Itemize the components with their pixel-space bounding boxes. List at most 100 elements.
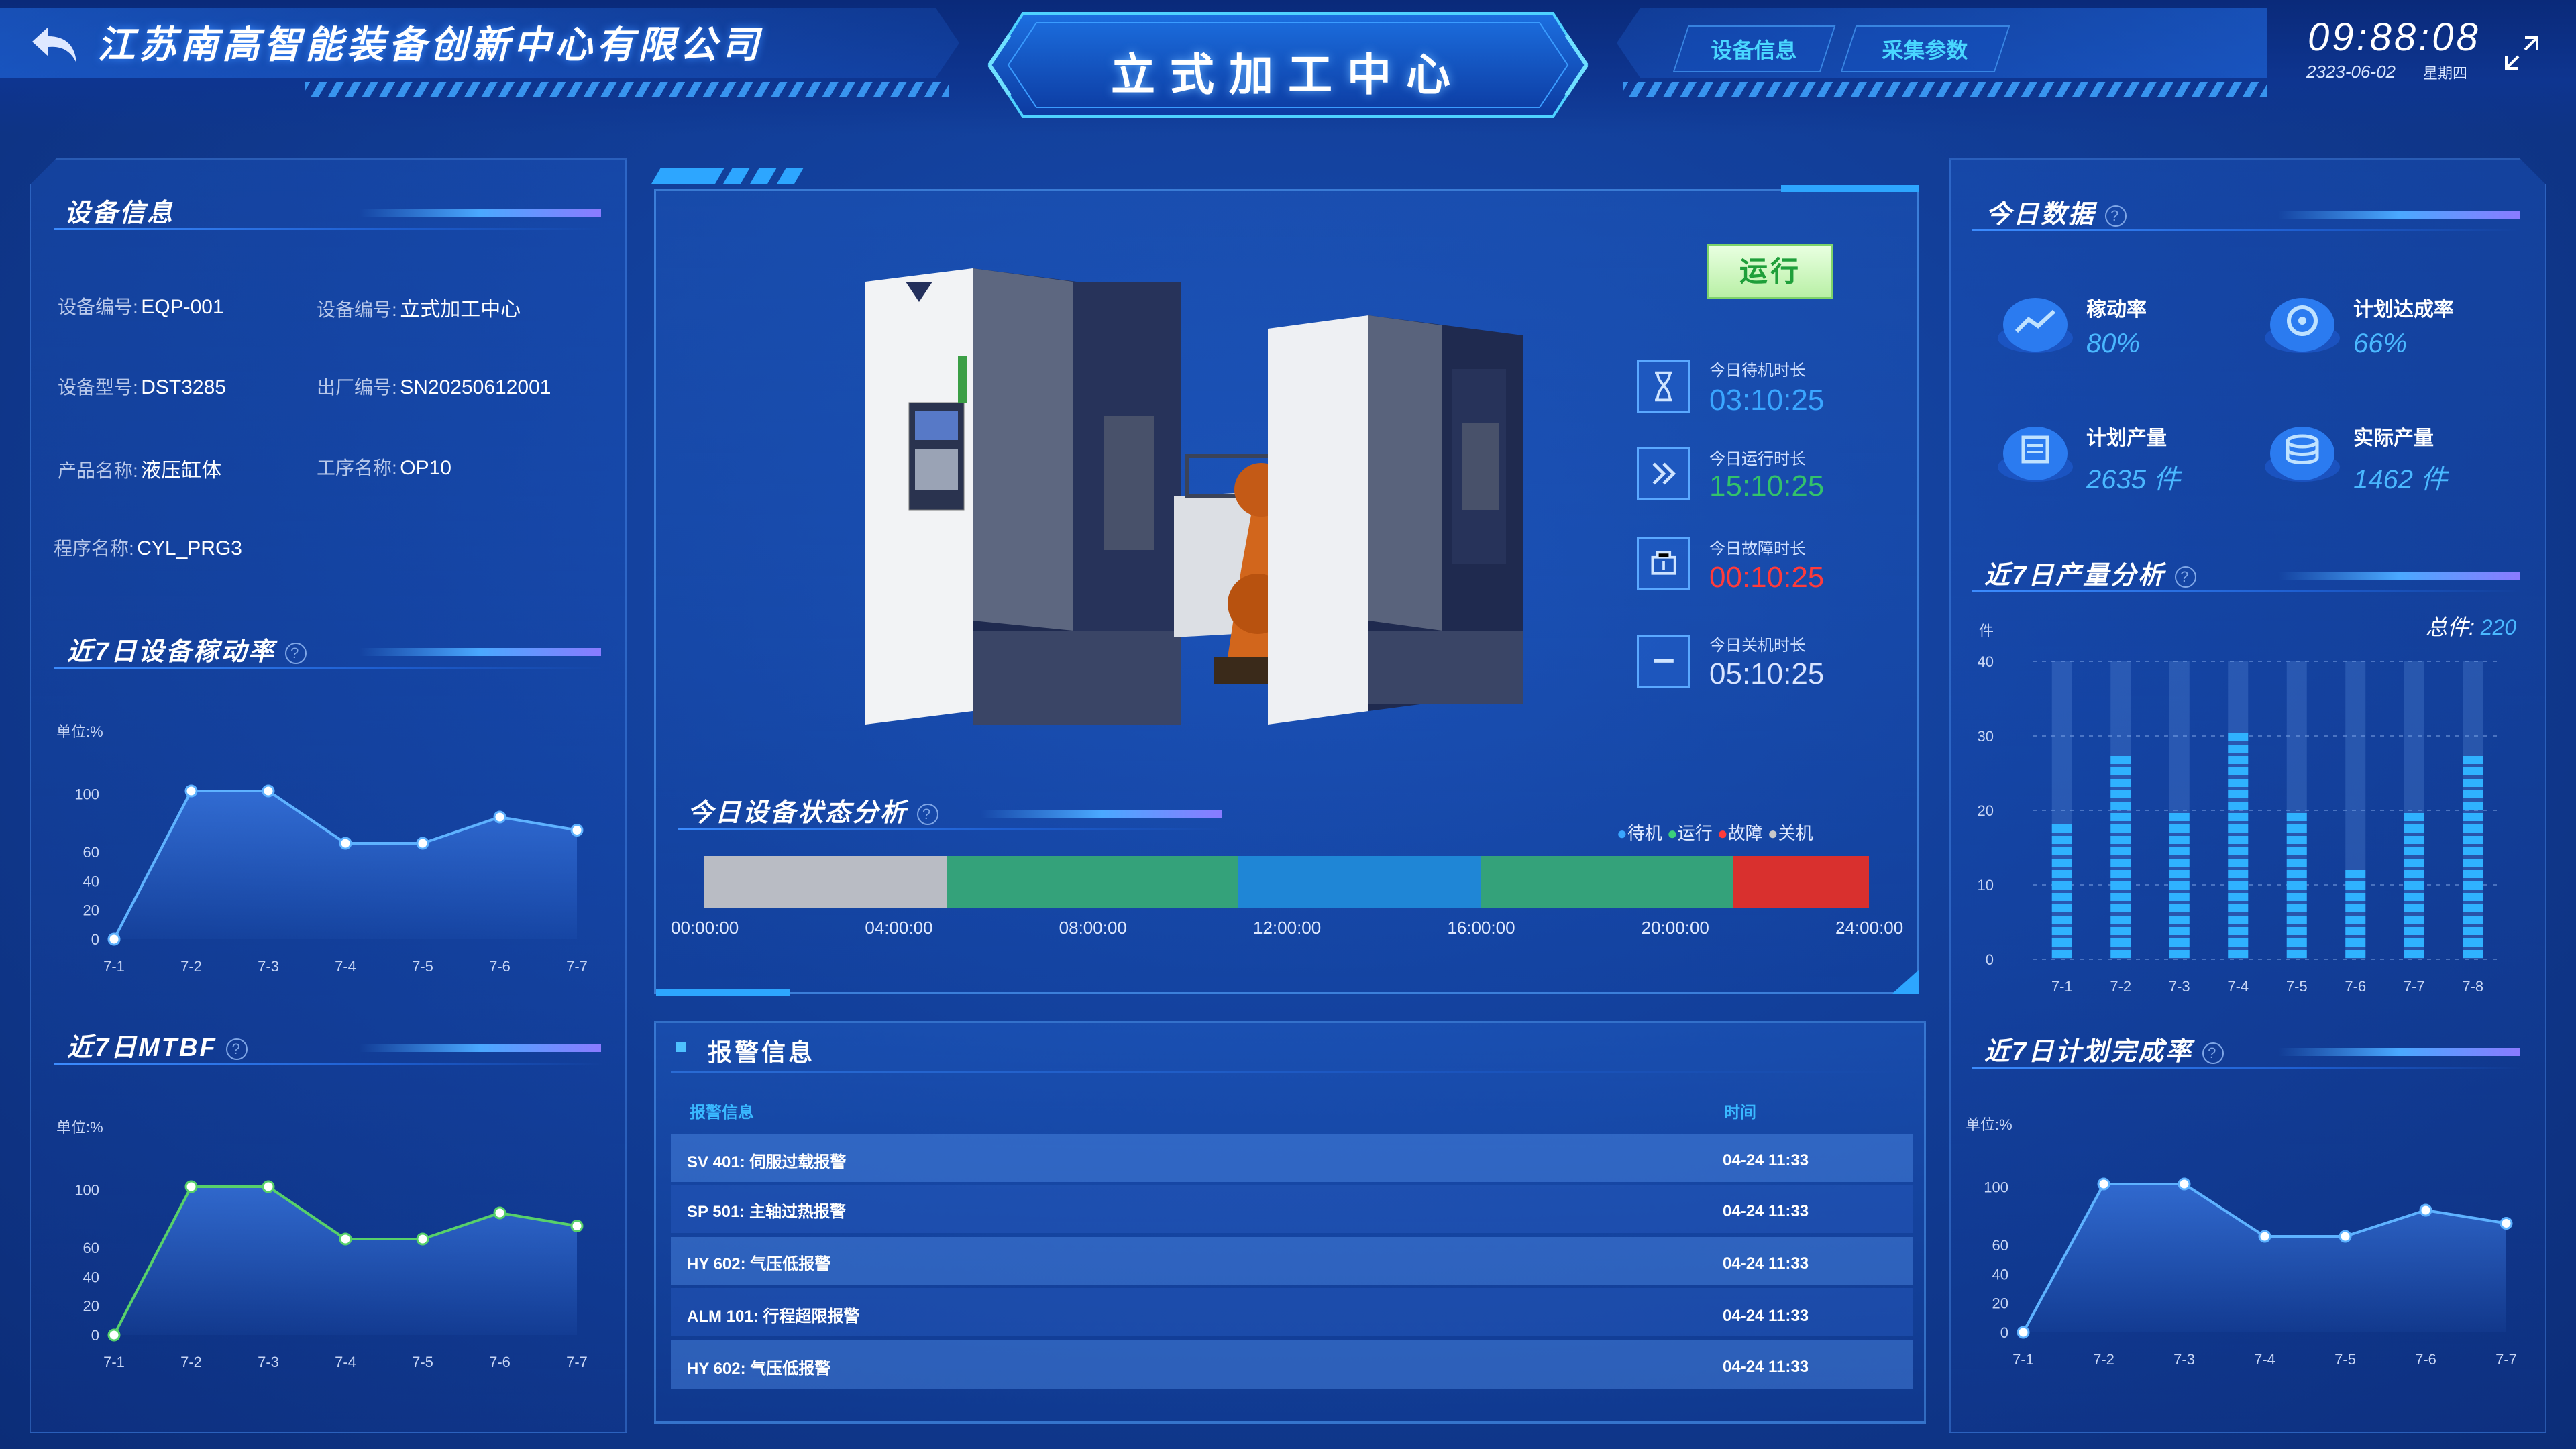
bar-segment <box>2228 938 2249 947</box>
output-chart-title: 近7日产量分析 ? <box>1984 554 2196 591</box>
fullscreen-icon[interactable] <box>2502 34 2541 72</box>
mtbf-chart-title: 近7日MTBF ? <box>67 1026 248 1063</box>
status-segment <box>1481 856 1733 908</box>
bar-segment <box>2169 893 2190 901</box>
bar-segment <box>2345 916 2366 924</box>
section-underline <box>1972 229 2522 231</box>
bar-track <box>2110 661 2131 959</box>
section-underline <box>54 228 604 230</box>
bar-segment <box>2404 938 2424 947</box>
bar-segment <box>2463 802 2483 810</box>
help-icon[interactable]: ? <box>2202 1042 2224 1064</box>
alarm-col-msg: 报警信息 <box>690 1104 754 1122</box>
status-timeline <box>704 856 1869 908</box>
bar-segment <box>2345 938 2366 947</box>
bar-segment <box>2110 813 2131 821</box>
help-icon[interactable]: ? <box>284 642 307 664</box>
bar-segment <box>2051 904 2072 912</box>
legend-label: 关机 <box>1778 823 1813 843</box>
bar-segment <box>2345 904 2366 912</box>
bar-segment <box>2404 950 2424 958</box>
bar-segment <box>2169 916 2190 924</box>
data-point <box>184 1180 198 1193</box>
bar-track <box>2051 661 2072 959</box>
bar-segment <box>2463 870 2483 878</box>
series-area <box>114 791 577 939</box>
stat-label: 今日故障时长 <box>1709 540 1806 558</box>
bar-segment <box>2051 870 2072 878</box>
section-underline <box>671 1071 1912 1073</box>
help-icon[interactable]: ? <box>2104 205 2127 227</box>
legend-label: 待机 <box>1627 823 1662 843</box>
bar-segment <box>2463 836 2483 844</box>
bar-segment <box>2286 904 2307 912</box>
help-icon[interactable]: ? <box>226 1038 248 1060</box>
x-tick-label: 7-3 <box>258 958 279 975</box>
section-decoration <box>360 648 601 656</box>
y-tick-label: 60 <box>1992 1237 2008 1254</box>
bar-segment <box>2286 870 2307 878</box>
data-point <box>2419 1203 2432 1217</box>
bar-segment <box>2228 756 2249 764</box>
data-point <box>262 1180 275 1193</box>
status-segment <box>947 856 1238 908</box>
today-data-title: 今日数据 ? <box>1986 193 2127 230</box>
bar-segment <box>2345 870 2366 878</box>
bar-segment <box>2463 767 2483 775</box>
bar-segment <box>2463 847 2483 855</box>
alarm-col-time: 时间 <box>1724 1104 1756 1122</box>
time-tick-label: 24:00:00 <box>1835 918 1904 938</box>
help-icon[interactable]: ? <box>916 803 938 825</box>
bar-segment <box>2463 813 2483 821</box>
data-point <box>107 932 121 946</box>
bar-segment <box>2286 859 2307 867</box>
bar-segment <box>2286 927 2307 935</box>
x-tick-label: 7-3 <box>258 1354 279 1371</box>
stat-label: 今日运行时长 <box>1709 450 1806 468</box>
alarm-time: 04-24 11:33 <box>1723 1254 1809 1273</box>
alarm-message: SP 501: 主轴过热报警 <box>687 1203 846 1221</box>
y-tick-label: 0 <box>1986 951 1994 968</box>
bar-segment <box>2169 870 2190 878</box>
section-underline <box>678 828 1228 830</box>
bar-segment <box>2110 779 2131 787</box>
legend-label: 运行 <box>1677 823 1713 843</box>
bar-segment <box>2169 881 2190 890</box>
y-tick-label: 40 <box>1992 1266 2008 1283</box>
x-tick-label: 7-6 <box>2415 1351 2436 1368</box>
status-segment <box>1733 856 1869 908</box>
x-tick-label: 7-1 <box>103 958 125 975</box>
x-tick-label: 7-1 <box>2051 978 2073 995</box>
section-decoration <box>2278 211 2520 219</box>
bar-track <box>2228 661 2249 959</box>
section-underline <box>54 1063 604 1065</box>
legend-dot: ● <box>1717 823 1728 843</box>
utilization-chart: 单位:% 0 20 40 60 100 7-1 7-2 7-3 7-4 7-5 7-6 7-7 <box>56 723 588 975</box>
stat-value: 00:10:25 <box>1709 561 1825 594</box>
plan-chart-title: 近7日计划完成率 ? <box>1984 1030 2224 1067</box>
kpi-label: 计划达成率 <box>2353 299 2454 321</box>
kpi-value: 2635 件 <box>2086 465 2181 494</box>
help-icon[interactable]: ? <box>2174 566 2196 588</box>
section-decoration <box>360 209 601 217</box>
time-tick-label: 12:00:00 <box>1253 918 1322 938</box>
series-area <box>114 1187 577 1335</box>
data-point <box>416 1232 429 1246</box>
legend-dot: ● <box>1767 823 1778 843</box>
bar-segment <box>2228 950 2249 958</box>
tab-collect-params[interactable]: 采集参数 <box>1840 25 2010 72</box>
device-field: 程序名称: CYL_PRG3 <box>54 537 242 559</box>
bar-segment <box>2228 836 2249 844</box>
alarm-title-marker <box>676 1042 686 1052</box>
chart-unit: 单位:% <box>56 1119 103 1136</box>
bar-track <box>2345 661 2366 959</box>
status-segment <box>1238 856 1481 908</box>
alarm-message: ALM 101: 行程超限报警 <box>687 1307 860 1326</box>
bar-segment <box>2169 813 2190 821</box>
time-tick-label: 00:00:00 <box>671 918 739 938</box>
tab-device-info[interactable]: 设备信息 <box>1672 25 1836 72</box>
back-icon[interactable] <box>25 16 82 72</box>
y-tick-label: 20 <box>83 902 99 919</box>
bar-segment <box>2228 813 2249 821</box>
bar-segment <box>2228 733 2249 741</box>
